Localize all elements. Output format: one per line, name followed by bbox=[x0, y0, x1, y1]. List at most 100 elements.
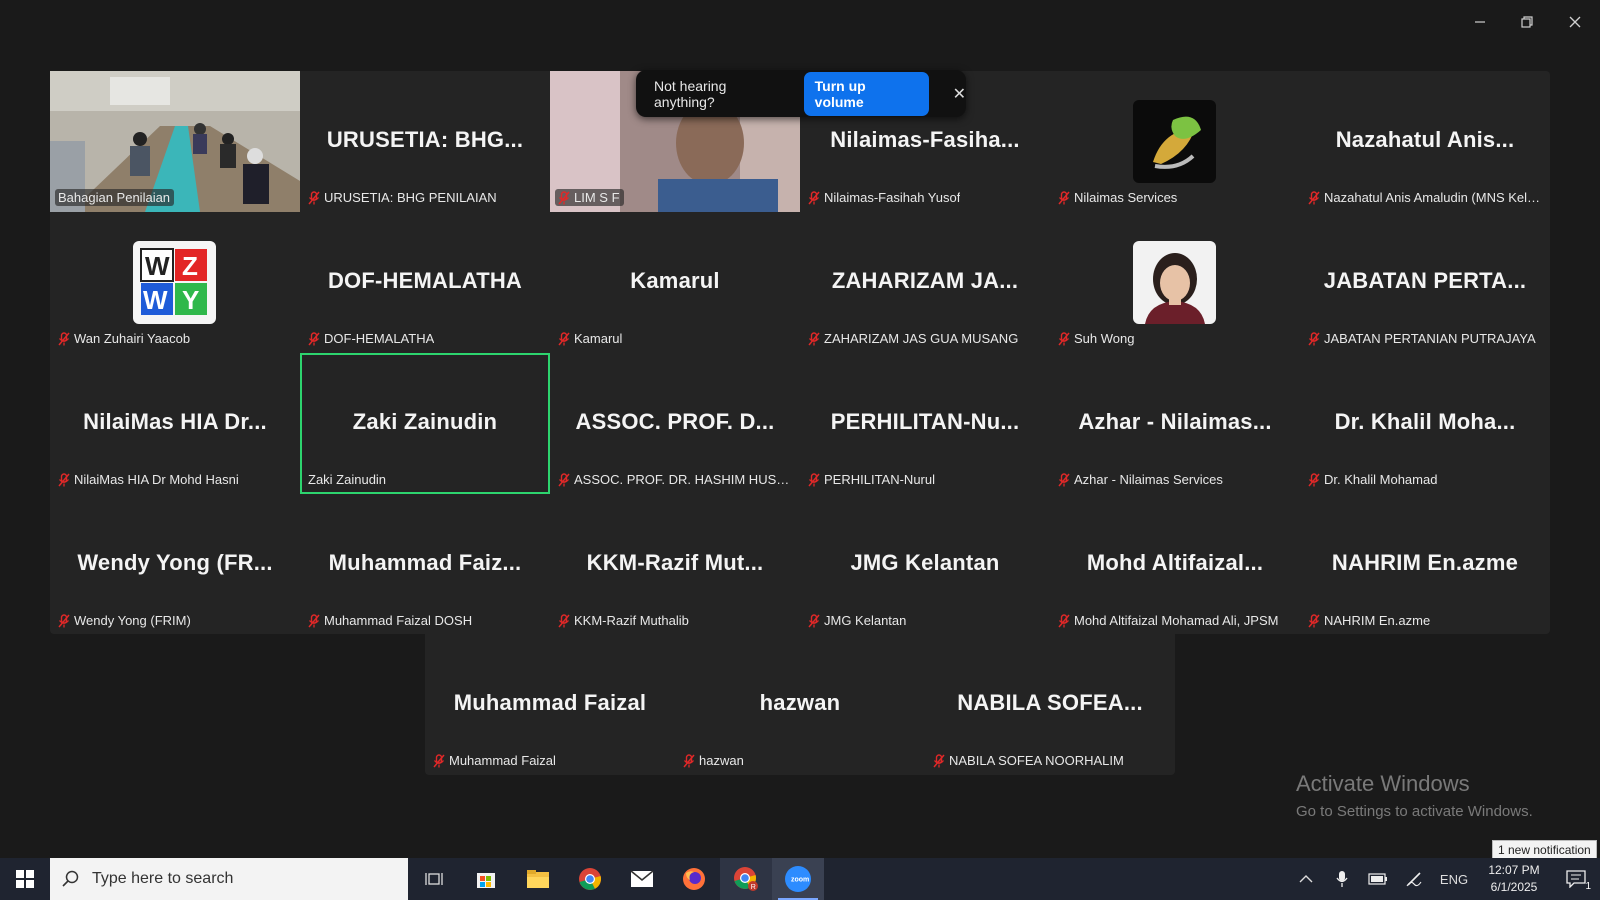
participant-tile[interactable]: Nilaimas Services bbox=[1050, 71, 1300, 212]
participant-tile[interactable]: ASSOC. PROF. D... ASSOC. PROF. DR. HASHIM… bbox=[550, 353, 800, 494]
chrome-profile-button[interactable]: R bbox=[720, 858, 772, 900]
participant-display-name: NilaiMas HIA Dr... bbox=[83, 409, 267, 434]
participant-display-name: Dr. Khalil Moha... bbox=[1334, 409, 1516, 434]
mail-button[interactable] bbox=[616, 858, 668, 900]
participant-tile[interactable]: Wendy Yong (FR... Wendy Yong (FRIM) bbox=[50, 494, 300, 635]
participant-tile[interactable]: Suh Wong bbox=[1050, 212, 1300, 353]
participant-name: hazwan bbox=[699, 753, 744, 768]
participant-display-name: Muhammad Faiz... bbox=[328, 550, 522, 575]
svg-text:W: W bbox=[143, 285, 168, 315]
action-center-button[interactable]: 1 bbox=[1552, 858, 1600, 900]
muted-mic-icon bbox=[808, 613, 820, 627]
participant-tile[interactable]: NABILA SOFEA... NABILA SOFEA NOORHALIM bbox=[925, 634, 1175, 775]
firefox-button[interactable] bbox=[668, 858, 720, 900]
participant-tile[interactable]: Mohd Altifaizal... Mohd Altifaizal Mohama… bbox=[1050, 494, 1300, 635]
participant-tile[interactable]: NAHRIM En.azme NAHRIM En.azme bbox=[1300, 494, 1550, 635]
task-view-button[interactable] bbox=[408, 858, 460, 900]
pen-icon bbox=[1406, 872, 1422, 887]
notification-icon bbox=[1566, 870, 1586, 888]
notification-popup[interactable]: 1 new notification bbox=[1492, 840, 1597, 860]
participant-name-label: Nilaimas Services bbox=[1055, 189, 1181, 206]
participant-tile[interactable]: Kamarul Kamarul bbox=[550, 212, 800, 353]
minimize-button[interactable] bbox=[1467, 10, 1493, 34]
participant-name-label: Wendy Yong (FRIM) bbox=[55, 612, 195, 629]
participant-tile[interactable]: Zaki Zainudin Zaki Zainudin bbox=[300, 353, 550, 494]
participant-tile[interactable]: KKM-Razif Mut... KKM-Razif Muthalib bbox=[550, 494, 800, 635]
language-indicator[interactable]: ENG bbox=[1432, 858, 1476, 900]
file-explorer-button[interactable] bbox=[512, 858, 564, 900]
microphone-tray-button[interactable] bbox=[1324, 858, 1360, 900]
participant-display-name: hazwan bbox=[759, 690, 841, 715]
watermark-subtitle: Go to Settings to activate Windows. bbox=[1296, 803, 1533, 820]
participant-tile[interactable]: Muhammad Faizal Muhammad Faizal bbox=[425, 634, 675, 775]
pen-workspace-button[interactable] bbox=[1396, 858, 1432, 900]
participant-name-label: DOF-HEMALATHA bbox=[305, 330, 438, 347]
participant-tile[interactable]: hazwan hazwan bbox=[675, 634, 925, 775]
participant-name: Bahagian Penilaian bbox=[58, 190, 171, 205]
muted-mic-icon bbox=[1308, 472, 1320, 486]
participant-tile[interactable]: Nazahatul Anis... Nazahatul Anis Amaludin… bbox=[1300, 71, 1550, 212]
muted-mic-icon bbox=[308, 613, 320, 627]
participant-name: DOF-HEMALATHA bbox=[324, 331, 435, 346]
participant-tile[interactable]: PERHILITAN-Nu... PERHILITAN-Nurul bbox=[800, 353, 1050, 494]
chrome-profile-icon: R bbox=[734, 867, 758, 891]
muted-mic-icon bbox=[433, 753, 445, 767]
participant-name-label: Mohd Altifaizal Mohamad Ali, JPSM bbox=[1055, 612, 1282, 629]
participant-display-name: Azhar - Nilaimas... bbox=[1078, 409, 1272, 434]
participant-name: Muhammad Faizal bbox=[449, 753, 556, 768]
muted-mic-icon bbox=[58, 472, 70, 486]
muted-mic-icon bbox=[808, 190, 820, 204]
show-hidden-icons-button[interactable] bbox=[1288, 858, 1324, 900]
muted-mic-icon bbox=[1058, 190, 1070, 204]
participant-name-label: Kamarul bbox=[555, 330, 626, 347]
participant-name-label: URUSETIA: BHG PENILAIAN bbox=[305, 189, 501, 206]
toast-close-icon[interactable]: ✕ bbox=[953, 84, 966, 104]
participant-display-name: NAHRIM En.azme bbox=[1331, 550, 1519, 575]
battery-icon bbox=[1368, 873, 1387, 885]
participant-tile[interactable]: URUSETIA: BHG... URUSETIA: BHG PENILAIAN bbox=[300, 71, 550, 212]
participant-tile[interactable]: Muhammad Faiz... Muhammad Faizal DOSH bbox=[300, 494, 550, 635]
close-icon bbox=[1569, 16, 1581, 28]
zoom-button[interactable]: zoom bbox=[772, 858, 824, 900]
battery-button[interactable] bbox=[1360, 858, 1396, 900]
participant-name: Nilaimas-Fasihah Yusof bbox=[824, 190, 961, 205]
search-placeholder: Type here to search bbox=[92, 870, 234, 887]
svg-text:Y: Y bbox=[182, 285, 199, 315]
start-button[interactable] bbox=[0, 858, 50, 900]
participant-tile[interactable]: ZAHARIZAM JA... ZAHARIZAM JAS GUA MUSANG bbox=[800, 212, 1050, 353]
participant-tile[interactable]: DOF-HEMALATHA DOF-HEMALATHA bbox=[300, 212, 550, 353]
participant-tile[interactable]: Azhar - Nilaimas... Azhar - Nilaimas Serv… bbox=[1050, 353, 1300, 494]
participant-tile[interactable]: NilaiMas HIA Dr... NilaiMas HIA Dr Mohd H… bbox=[50, 353, 300, 494]
muted-mic-icon bbox=[808, 472, 820, 486]
participant-tile[interactable]: Bahagian Penilaian bbox=[50, 71, 300, 212]
svg-text:Z: Z bbox=[182, 251, 198, 281]
taskbar-search-box[interactable]: Type here to search bbox=[50, 858, 408, 900]
gallery-grid-last-row: Muhammad Faizal Muhammad Faizal hazwan hazw… bbox=[425, 634, 1175, 775]
participant-name-label: PERHILITAN-Nurul bbox=[805, 471, 939, 488]
muted-mic-icon bbox=[933, 753, 945, 767]
participant-name-label: NAHRIM En.azme bbox=[1305, 612, 1434, 629]
participant-tile[interactable]: W Z W Y Wan Zuhairi Yaacob bbox=[50, 212, 300, 353]
muted-mic-icon bbox=[683, 753, 695, 767]
close-button[interactable] bbox=[1562, 10, 1588, 34]
taskbar: Type here to search R zoom ENG 12:07 PM … bbox=[0, 858, 1600, 900]
participant-tile[interactable]: JMG Kelantan JMG Kelantan bbox=[800, 494, 1050, 635]
participant-name: Azhar - Nilaimas Services bbox=[1074, 472, 1223, 487]
muted-mic-icon bbox=[1058, 472, 1070, 486]
participant-display-name: KKM-Razif Mut... bbox=[586, 550, 764, 575]
participant-name: Suh Wong bbox=[1074, 331, 1135, 346]
store-button[interactable] bbox=[460, 858, 512, 900]
participant-name: Mohd Altifaizal Mohamad Ali, JPSM bbox=[1074, 613, 1279, 628]
participant-name-label: ZAHARIZAM JAS GUA MUSANG bbox=[805, 330, 1022, 347]
windows-logo-icon bbox=[16, 870, 34, 888]
chrome-button[interactable] bbox=[564, 858, 616, 900]
participant-tile[interactable]: JABATAN PERTA... JABATAN PERTANIAN PUTRAJ… bbox=[1300, 212, 1550, 353]
participant-name: NABILA SOFEA NOORHALIM bbox=[949, 753, 1124, 768]
restore-button[interactable] bbox=[1514, 10, 1540, 34]
participant-name-label: Wan Zuhairi Yaacob bbox=[55, 330, 194, 347]
participant-name: KKM-Razif Muthalib bbox=[574, 613, 689, 628]
turn-up-volume-button[interactable]: Turn up volume bbox=[803, 71, 929, 116]
participant-tile[interactable]: Dr. Khalil Moha... Dr. Khalil Mohamad bbox=[1300, 353, 1550, 494]
muted-mic-icon bbox=[1308, 190, 1320, 204]
clock[interactable]: 12:07 PM 6/1/2025 bbox=[1476, 862, 1552, 896]
